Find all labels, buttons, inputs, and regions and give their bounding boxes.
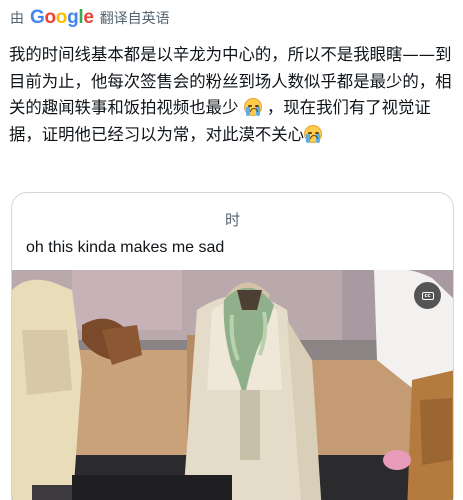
quoted-post-header: 时 (224, 211, 240, 229)
crying-face-icon (243, 98, 262, 116)
closed-captions-button[interactable]: cc (414, 282, 441, 309)
post-body: 我的时间线基本都是以辛龙为中心的，所以不是我眼瞎——到目前为止，他每次签售会的粉… (9, 42, 457, 148)
quoted-video[interactable]: cc (12, 270, 453, 500)
google-logo: Google (30, 7, 94, 28)
quoted-post-card[interactable]: 时 oh this kinda makes me sad cc (11, 192, 454, 500)
quoted-post-text: oh this kinda makes me sad (26, 239, 225, 256)
crying-face-icon (304, 124, 323, 143)
translated-from-label: 翻译自英语 (99, 11, 170, 27)
translated-by-label: 由 (10, 11, 24, 27)
video-frame (12, 270, 453, 500)
translation-attribution[interactable]: 由 Google 翻译自英语 (10, 7, 170, 29)
closed-captions-icon: cc (421, 291, 434, 300)
